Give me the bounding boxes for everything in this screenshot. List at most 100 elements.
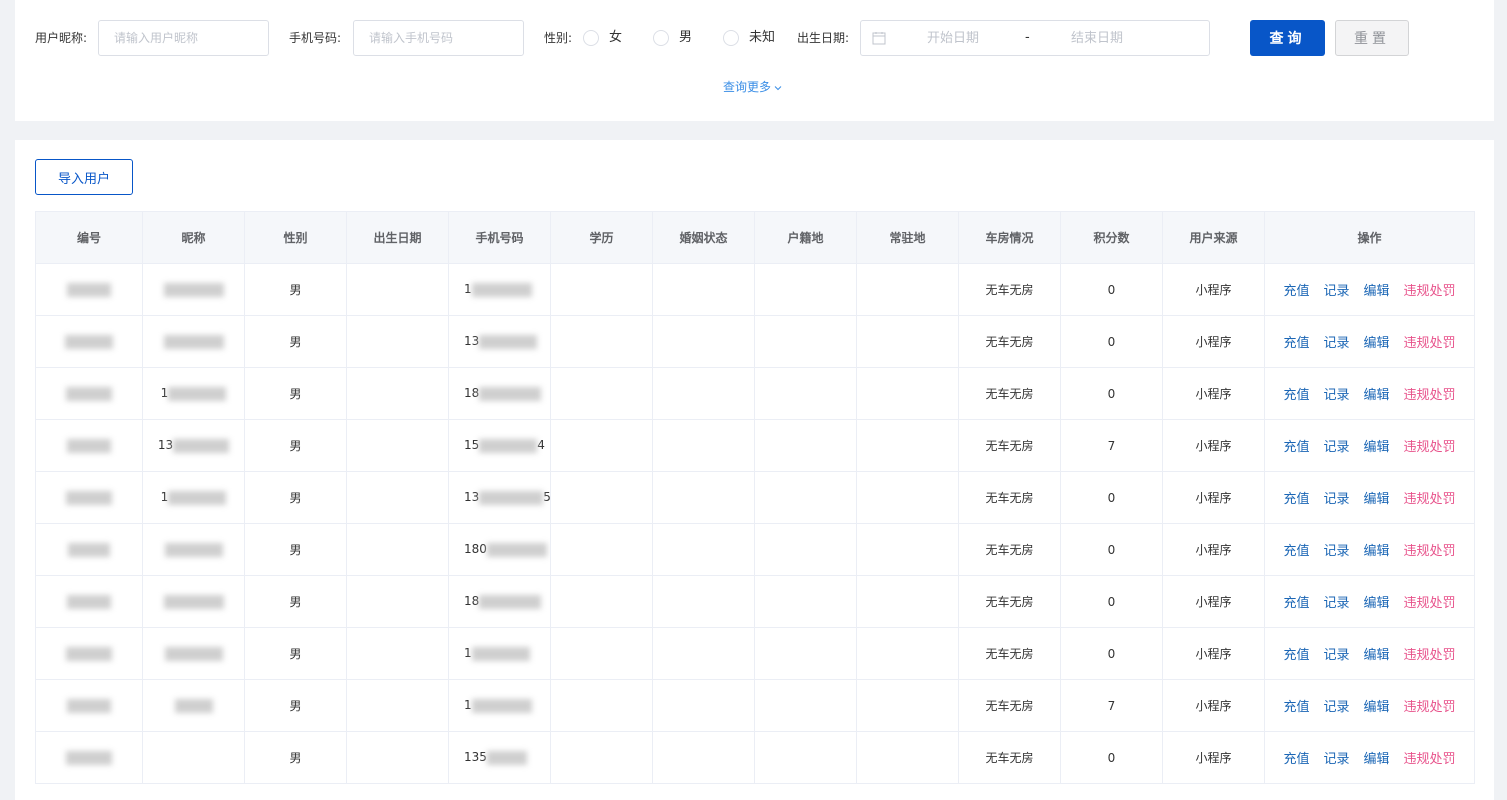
gender-radio-female[interactable] <box>583 30 599 46</box>
cell-birth-date <box>346 471 449 524</box>
gender-option-female[interactable]: 女 <box>609 29 622 47</box>
violation-penalty-link[interactable]: 违规处罚 <box>1404 644 1456 663</box>
birth-date-range-picker[interactable]: 开始日期 - 结束日期 <box>860 20 1210 56</box>
cell-id <box>35 679 143 732</box>
recharge-link[interactable]: 充值 <box>1283 280 1309 299</box>
gender-option-unknown[interactable]: 未知 <box>749 29 775 47</box>
cell-id <box>35 731 143 784</box>
records-link[interactable]: 记录 <box>1323 280 1349 299</box>
recharge-link[interactable]: 充值 <box>1283 696 1309 715</box>
violation-penalty-link[interactable]: 违规处罚 <box>1404 696 1456 715</box>
edit-link[interactable]: 编辑 <box>1364 592 1390 611</box>
cell-household-registration <box>754 679 857 732</box>
nickname-input[interactable] <box>98 20 269 56</box>
edit-link[interactable]: 编辑 <box>1364 436 1390 455</box>
gender-radio-male[interactable] <box>653 30 669 46</box>
recharge-link[interactable]: 充值 <box>1283 644 1309 663</box>
cell-points: 0 <box>1060 731 1163 784</box>
edit-link[interactable]: 编辑 <box>1364 748 1390 767</box>
cell-nickname <box>142 575 245 628</box>
gender-option-male[interactable]: 男 <box>679 29 692 47</box>
records-link[interactable]: 记录 <box>1323 696 1349 715</box>
phone-input[interactable] <box>353 20 524 56</box>
start-date-input[interactable]: 开始日期 <box>927 31 979 47</box>
edit-link[interactable]: 编辑 <box>1364 488 1390 507</box>
cell-source: 小程序 <box>1162 731 1265 784</box>
cell-gender: 男 <box>244 523 347 576</box>
records-link[interactable]: 记录 <box>1323 488 1349 507</box>
cell-residence <box>856 731 959 784</box>
cell-source: 小程序 <box>1162 263 1265 316</box>
phone-visible-prefix: 18 <box>464 386 480 401</box>
cell-points: 0 <box>1060 471 1163 524</box>
search-panel: 用户昵称: 手机号码: 性别: 女 男 未知 出生日期: 开始日期 - 结束日期… <box>15 0 1494 121</box>
column-header: 积分数 <box>1060 211 1163 264</box>
reset-button[interactable]: 重置 <box>1335 20 1409 56</box>
cell-residence <box>856 679 959 732</box>
query-more-label: 查询更多 <box>723 80 772 94</box>
violation-penalty-link[interactable]: 违规处罚 <box>1404 488 1456 507</box>
cell-birth-date <box>346 263 449 316</box>
cell-id <box>35 367 143 420</box>
recharge-link[interactable]: 充值 <box>1283 488 1309 507</box>
gender-radio-unknown[interactable] <box>723 30 739 46</box>
column-header: 婚姻状态 <box>652 211 755 264</box>
column-header: 户籍地 <box>754 211 857 264</box>
recharge-link[interactable]: 充值 <box>1283 436 1309 455</box>
column-header: 昵称 <box>142 211 245 264</box>
records-link[interactable]: 记录 <box>1323 592 1349 611</box>
records-link[interactable]: 记录 <box>1323 540 1349 559</box>
table-row: 男 180 无车无房 0 小程序 充值 记录 编辑 违规处罚 <box>35 523 1475 576</box>
violation-penalty-link[interactable]: 违规处罚 <box>1404 540 1456 559</box>
violation-penalty-link[interactable]: 违规处罚 <box>1404 332 1456 351</box>
violation-penalty-link[interactable]: 违规处罚 <box>1404 280 1456 299</box>
nickname-visible-part: 13 <box>157 438 174 453</box>
cell-actions: 充值 记录 编辑 违规处罚 <box>1264 679 1475 732</box>
query-more-link[interactable]: 查询更多 <box>723 79 783 95</box>
cell-id <box>35 627 143 680</box>
violation-penalty-link[interactable]: 违规处罚 <box>1404 384 1456 403</box>
cell-nickname <box>142 679 245 732</box>
cell-residence <box>856 419 959 472</box>
query-button[interactable]: 查询 <box>1250 20 1325 56</box>
records-link[interactable]: 记录 <box>1323 436 1349 455</box>
records-link[interactable]: 记录 <box>1323 384 1349 403</box>
cell-marital-status <box>652 523 755 576</box>
cell-points: 7 <box>1060 419 1163 472</box>
records-link[interactable]: 记录 <box>1323 748 1349 767</box>
cell-car-house: 无车无房 <box>958 367 1061 420</box>
cell-phone: 15 4 <box>448 419 551 472</box>
cell-nickname: 1 <box>142 471 245 524</box>
recharge-link[interactable]: 充值 <box>1283 748 1309 767</box>
table-row: 1 男 13 5 无车无房 0 小程序 充值 记录 编辑 违规处罚 <box>35 471 1475 524</box>
cell-actions: 充值 记录 编辑 违规处罚 <box>1264 471 1475 524</box>
records-link[interactable]: 记录 <box>1323 644 1349 663</box>
records-link[interactable]: 记录 <box>1323 332 1349 351</box>
edit-link[interactable]: 编辑 <box>1364 644 1390 663</box>
user-table-panel: 导入用户 编号 昵称 性别 出生日期 手机号码 学历 婚姻状态 户籍地 常驻地 车房情况 积分数 用户… <box>15 140 1494 800</box>
edit-link[interactable]: 编辑 <box>1364 332 1390 351</box>
cell-phone: 1 <box>448 263 551 316</box>
redacted-phone <box>471 282 532 297</box>
recharge-link[interactable]: 充值 <box>1283 332 1309 351</box>
violation-penalty-link[interactable]: 违规处罚 <box>1404 436 1456 455</box>
edit-link[interactable]: 编辑 <box>1364 280 1390 299</box>
cell-source: 小程序 <box>1162 419 1265 472</box>
column-header: 常驻地 <box>856 211 959 264</box>
edit-link[interactable]: 编辑 <box>1364 384 1390 403</box>
phone-visible-prefix: 135 <box>464 750 487 765</box>
violation-penalty-link[interactable]: 违规处罚 <box>1404 748 1456 767</box>
column-header: 用户来源 <box>1162 211 1265 264</box>
recharge-link[interactable]: 充值 <box>1283 540 1309 559</box>
edit-link[interactable]: 编辑 <box>1364 540 1390 559</box>
end-date-input[interactable]: 结束日期 <box>1071 31 1123 47</box>
recharge-link[interactable]: 充值 <box>1283 384 1309 403</box>
violation-penalty-link[interactable]: 违规处罚 <box>1404 592 1456 611</box>
cell-car-house: 无车无房 <box>958 523 1061 576</box>
recharge-link[interactable]: 充值 <box>1283 592 1309 611</box>
cell-marital-status <box>652 627 755 680</box>
import-users-button[interactable]: 导入用户 <box>35 159 133 195</box>
phone-visible-suffix: 4 <box>537 438 545 453</box>
edit-link[interactable]: 编辑 <box>1364 696 1390 715</box>
cell-source: 小程序 <box>1162 315 1265 368</box>
